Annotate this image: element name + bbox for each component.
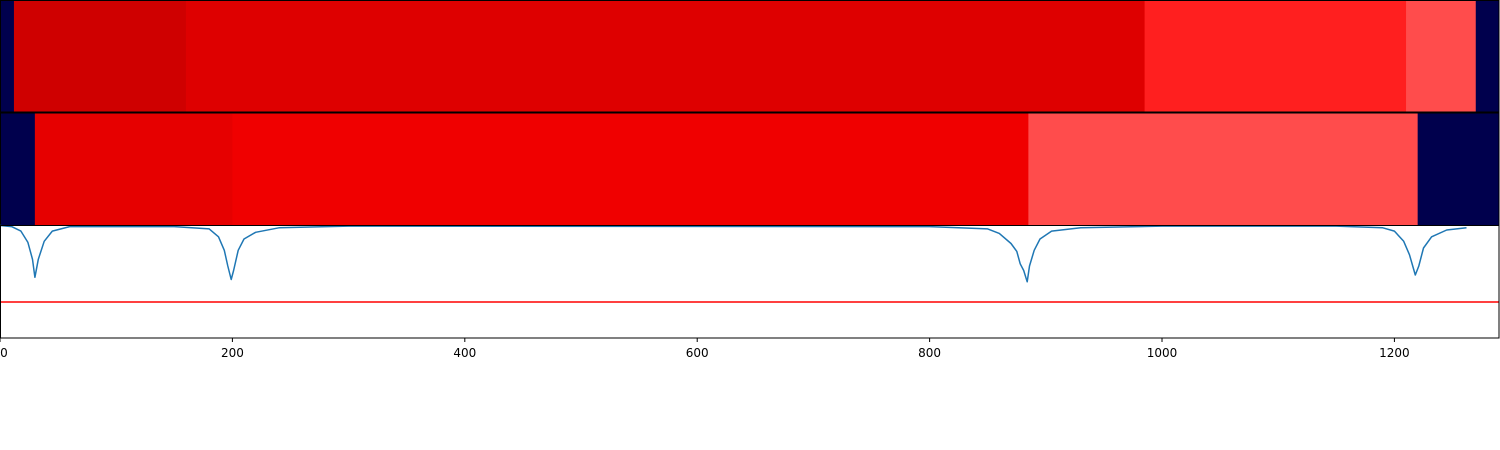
x-axis: 0 200 400 600 800 1000 1200 bbox=[0, 338, 1410, 360]
line-panel-bottom bbox=[0, 224, 1500, 339]
x-tick-label: 600 bbox=[686, 346, 709, 360]
heatmap-cell-0 bbox=[0, 113, 36, 226]
heatmap-cell-1 bbox=[34, 113, 233, 226]
heatmap-cell-1 bbox=[13, 0, 187, 112]
heatmap-panel-top bbox=[0, 0, 1500, 113]
heatmap-cell-5 bbox=[1475, 0, 1500, 112]
x-tick-label: 400 bbox=[453, 346, 476, 360]
heatmap-cell-2 bbox=[185, 0, 1146, 112]
heatmap-cell-0 bbox=[0, 0, 15, 112]
x-tick-label: 1000 bbox=[1147, 346, 1178, 360]
x-tick-label: 0 bbox=[0, 346, 8, 360]
heatmap-cell-3 bbox=[1028, 113, 1419, 226]
series-line-0 bbox=[0, 224, 1467, 283]
heatmap-cell-3 bbox=[1144, 0, 1407, 112]
heatmap-cell-2 bbox=[232, 113, 1029, 226]
figure: 0 200 400 600 800 1000 1200 bbox=[0, 0, 1500, 360]
x-tick-label: 200 bbox=[221, 346, 244, 360]
x-tick-label: 800 bbox=[918, 346, 941, 360]
heatmap-panel-middle bbox=[0, 112, 1500, 226]
x-tick-label: 1200 bbox=[1379, 346, 1410, 360]
heatmap-cell-4 bbox=[1417, 113, 1500, 226]
heatmap-cell-4 bbox=[1406, 0, 1477, 112]
panel-frame bbox=[0, 225, 1500, 339]
